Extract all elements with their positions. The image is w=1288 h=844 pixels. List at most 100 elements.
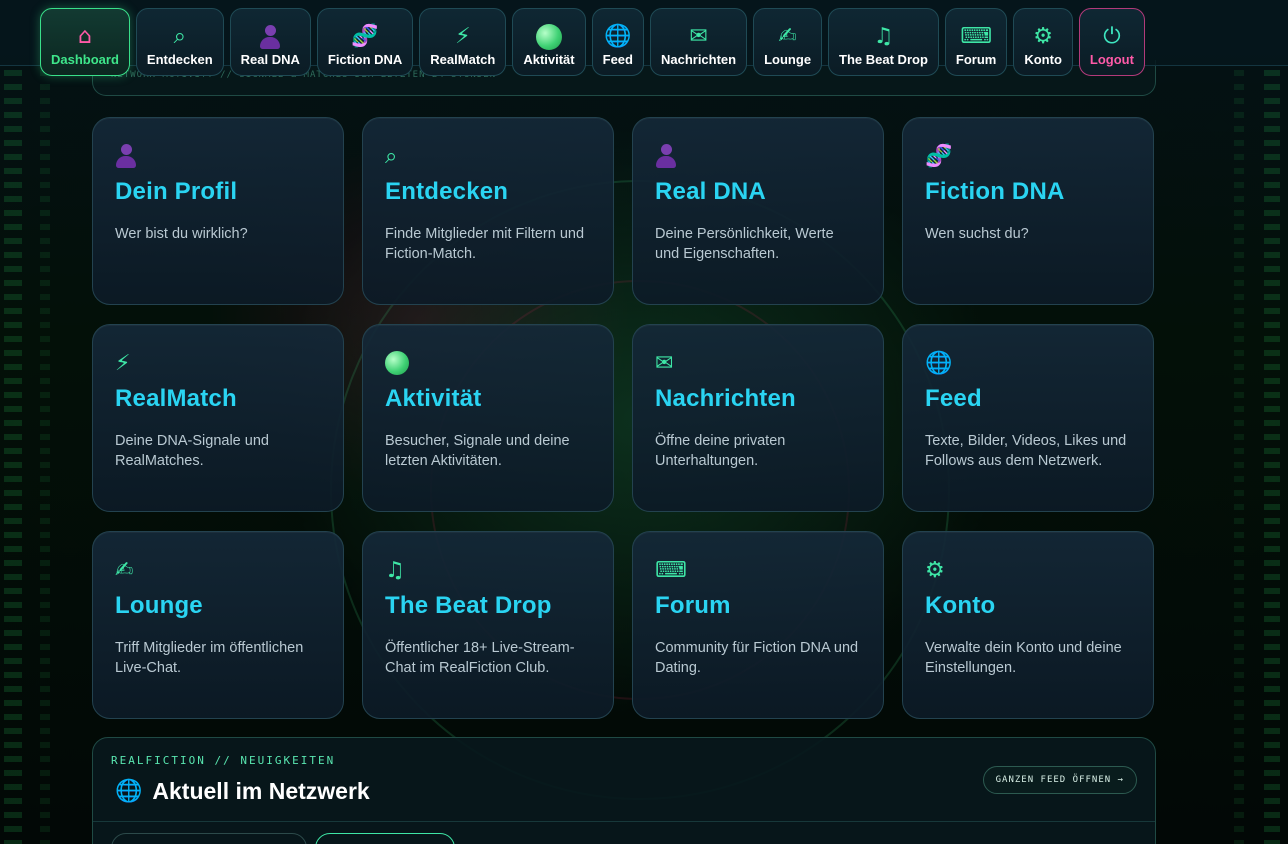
dashboard-card[interactable]: ✉ Nachrichten Öffne deine privaten Unterha… — [632, 324, 884, 512]
card-title: Entdecken — [385, 178, 509, 205]
card-icon-wrap: ✉ — [655, 345, 861, 381]
mail-icon: ✉ — [655, 350, 674, 376]
news-panel: REALFICTION // NEUIGKEITEN 🌐 Aktuell im … — [92, 737, 1156, 844]
nav-item-nachrichten[interactable]: ✉ Nachrichten — [649, 8, 748, 76]
nav-icon-wrap: ⚡ — [455, 22, 470, 52]
nav-item-label: Entdecken — [146, 52, 213, 67]
card-description: Triff Mitglieder im öffentlichen Live-Ch… — [115, 640, 304, 676]
card-icon-wrap: ♫ — [385, 552, 591, 588]
news-divider — [93, 821, 1155, 822]
nav-icon-wrap: ⚙ — [1033, 22, 1053, 52]
card-description: Texte, Bilder, Videos, Likes und Follows… — [925, 433, 1127, 469]
card-title: Forum — [655, 592, 731, 619]
nav-item-label: Nachrichten — [660, 52, 737, 67]
card-icon-wrap — [385, 345, 591, 381]
nav-item-label: Forum — [955, 52, 997, 67]
card-description: Community für Fiction DNA und Dating. — [655, 640, 859, 676]
search-icon: ⌕ — [173, 24, 186, 49]
nav-item-logout[interactable]: ⏻ Logout — [1078, 8, 1145, 76]
gear-icon: ⚙ — [1033, 24, 1053, 49]
card-icon-wrap: ⌕ — [385, 138, 591, 174]
card-title: Nachrichten — [655, 385, 796, 412]
card-description: Wen suchst du? — [925, 226, 1029, 242]
gear-icon: ⚙ — [925, 557, 945, 583]
nav-icon-wrap: 🧬 — [351, 22, 378, 52]
search-icon: ⌕ — [385, 143, 398, 169]
open-full-feed-button[interactable]: GANZEN FEED ÖFFNEN → — [982, 766, 1137, 794]
writing-hand-icon: ✍ — [778, 24, 797, 49]
power-icon: ⏻ — [1103, 24, 1121, 49]
nav-item-label: RealMatch — [430, 52, 496, 67]
matrix-decoration-right-2 — [1234, 70, 1244, 844]
card-description: Verwalte dein Konto und deine Einstellun… — [925, 640, 1122, 676]
dashboard-card[interactable]: 🧬 Fiction DNA Wen suchst du? — [902, 117, 1154, 305]
nav-item-label: Fiction DNA — [327, 52, 403, 67]
dashboard-card[interactable]: ♫ The Beat Drop Öffentlicher 18+ Live-Stre… — [362, 531, 614, 719]
dashboard-card-grid: Dein Profil Wer bist du wirklich? ⌕ Entdeck… — [92, 117, 1156, 719]
nav-icon-wrap: ⌕ — [174, 22, 186, 52]
person-icon — [259, 25, 281, 49]
nav-item-konto[interactable]: ⚙ Konto — [1013, 8, 1073, 76]
nav-item-label: Real DNA — [240, 52, 300, 67]
nav-item-dashboard[interactable]: ⌂ Dashboard — [40, 8, 130, 76]
main-navigation: ⌂ Dashboard ⌕ Entdecken Real DNA 🧬 Fiction DNA… — [40, 8, 1145, 76]
dna-icon: 🧬 — [351, 24, 379, 49]
nav-item-label: Konto — [1024, 52, 1062, 67]
keyboard-icon: ⌨ — [960, 24, 992, 49]
nav-item-real-dna[interactable]: Real DNA — [229, 8, 311, 76]
writing-hand-icon: ✍ — [115, 557, 134, 583]
nav-item-label: Logout — [1089, 52, 1134, 67]
dashboard-card[interactable]: Dein Profil Wer bist du wirklich? — [92, 117, 344, 305]
nav-item-realmatch[interactable]: ⚡ RealMatch — [419, 8, 507, 76]
globe-icon: 🌐 — [925, 350, 953, 376]
card-icon-wrap: ✍ — [115, 552, 321, 588]
card-icon-wrap: ⌨ — [655, 552, 861, 588]
news-filter-tab[interactable] — [111, 833, 307, 844]
dashboard-card[interactable]: 🌐 Feed Texte, Bilder, Videos, Likes und Fo… — [902, 324, 1154, 512]
dashboard-card[interactable]: ⌨ Forum Community für Fiction DNA und Dati… — [632, 531, 884, 719]
card-description: Besucher, Signale und deine letzten Akti… — [385, 433, 570, 469]
nav-icon-wrap — [535, 22, 562, 52]
dashboard-card[interactable]: ⌕ Entdecken Finde Mitglieder mit Filtern u… — [362, 117, 614, 305]
dashboard-card[interactable]: Aktivität Besucher, Signale und deine let… — [362, 324, 614, 512]
card-title: Konto — [925, 592, 996, 619]
news-filter-tab-active[interactable] — [315, 833, 455, 844]
person-icon — [115, 144, 137, 168]
person-icon — [655, 144, 677, 168]
nav-item-fiction-dna[interactable]: 🧬 Fiction DNA — [316, 8, 414, 76]
dashboard-card[interactable]: ⚡ RealMatch Deine DNA-Signale und RealMatc… — [92, 324, 344, 512]
card-description: Finde Mitglieder mit Filtern und Fiction… — [385, 226, 585, 262]
card-title: RealMatch — [115, 385, 237, 412]
home-icon: ⌂ — [77, 24, 92, 49]
nav-item-lounge[interactable]: ✍ Lounge — [753, 8, 823, 76]
nav-item-aktivitaet[interactable]: Aktivität — [512, 8, 586, 76]
nav-item-label: Lounge — [764, 52, 812, 67]
matrix-decoration-right — [1264, 70, 1280, 844]
card-title: Fiction DNA — [925, 178, 1065, 205]
nav-item-feed[interactable]: 🌐 Feed — [591, 8, 644, 76]
news-title: Aktuell im Netzwerk — [152, 778, 370, 804]
green-orb-icon — [385, 351, 409, 375]
nav-icon-wrap: ♫ — [874, 22, 894, 52]
dashboard-card[interactable]: ⚙ Konto Verwalte dein Konto und deine Eins… — [902, 531, 1154, 719]
music-note-icon: ♫ — [873, 24, 894, 49]
nav-icon-wrap — [259, 22, 281, 52]
nav-item-entdecken[interactable]: ⌕ Entdecken — [135, 8, 224, 76]
dna-icon: 🧬 — [925, 143, 953, 169]
green-orb-icon — [535, 24, 562, 50]
card-title: Aktivität — [385, 385, 482, 412]
card-description: Deine Persönlichkeit, Werte und Eigensch… — [655, 226, 834, 262]
lightning-icon: ⚡ — [455, 24, 471, 49]
nav-item-label: Dashboard — [51, 52, 119, 67]
card-title: Dein Profil — [115, 178, 238, 205]
nav-icon-wrap: ✍ — [778, 22, 796, 52]
card-icon-wrap: ⚙ — [925, 552, 1131, 588]
dashboard-card[interactable]: Real DNA Deine Persönlichkeit, Werte und … — [632, 117, 884, 305]
nav-icon-wrap: ✉ — [689, 22, 707, 52]
dashboard-card[interactable]: ✍ Lounge Triff Mitglieder im öffentlichen … — [92, 531, 344, 719]
card-icon-wrap: 🌐 — [925, 345, 1131, 381]
mail-icon: ✉ — [689, 24, 708, 49]
nav-item-beat-drop[interactable]: ♫ The Beat Drop — [828, 8, 939, 76]
nav-item-forum[interactable]: ⌨ Forum — [944, 8, 1008, 76]
lightning-icon: ⚡ — [115, 350, 131, 376]
